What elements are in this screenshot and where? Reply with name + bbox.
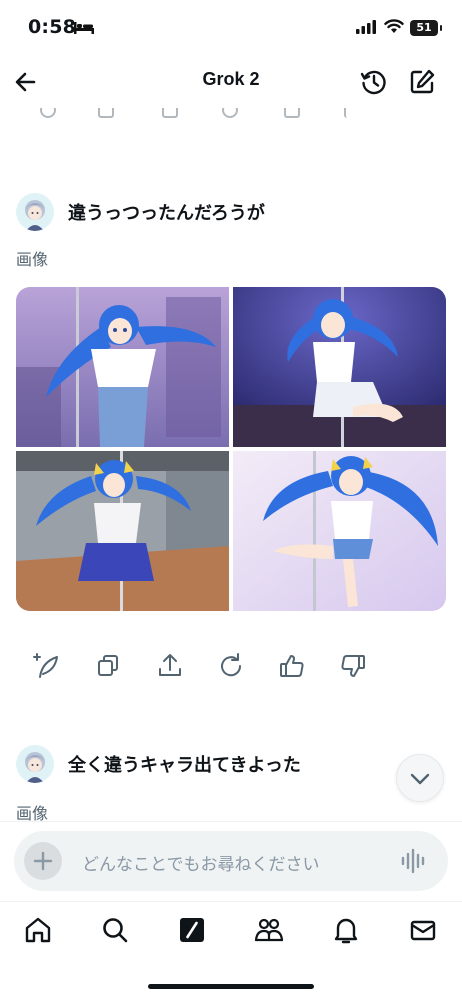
avatar[interactable] [16,745,54,783]
message-text: 全く違うキャラ出てきよった [68,755,301,776]
thumbs-down-icon[interactable] [337,650,369,682]
cellular-signal-icon [356,20,376,34]
previous-message-actions [0,108,462,122]
plus-icon [33,851,53,871]
bottom-navigation [0,912,462,952]
generated-image-2[interactable] [233,287,446,447]
generated-image-3[interactable] [16,451,229,611]
regenerate-sparkle-icon[interactable] [31,650,63,682]
share-icon[interactable] [154,650,186,682]
copy-icon[interactable] [92,650,124,682]
thumbs-up-icon[interactable] [276,650,308,682]
chat-header: Grok 2 [0,56,462,108]
generated-image-1[interactable] [16,287,229,447]
scroll-to-bottom-button[interactable] [396,754,444,802]
home-indicator [148,984,314,989]
search-icon[interactable] [99,914,131,946]
avatar[interactable] [16,193,54,231]
status-time: 0:58 [28,16,77,38]
new-chat-icon[interactable] [406,66,438,98]
voice-mode-icon[interactable] [400,848,428,874]
messages-icon[interactable] [407,914,439,946]
chevron-down-icon [410,773,430,785]
wifi-icon [384,19,404,33]
history-icon[interactable] [358,66,390,98]
status-bar: 0:58 51 [0,0,462,56]
notifications-icon[interactable] [330,914,362,946]
page-title: Grok 2 [202,69,260,89]
communities-icon[interactable] [253,914,285,946]
home-icon[interactable] [22,914,54,946]
sleep-focus-icon [74,22,94,34]
generated-image-4[interactable] [233,451,446,611]
message-action-bar [0,650,462,682]
composer-placeholder: どんなことでもお尋ねください [82,855,320,875]
refresh-icon[interactable] [215,650,247,682]
divider [0,901,462,902]
image-grid [16,287,446,611]
grok-icon[interactable] [176,914,208,946]
message-text: 違うっつったんだろうが [68,203,265,224]
battery-indicator: 51 [410,20,442,36]
attach-button[interactable] [24,842,62,880]
message-composer[interactable]: どんなことでもお尋ねください [14,831,448,891]
divider [0,821,462,822]
image-label: 画像 [16,250,49,269]
